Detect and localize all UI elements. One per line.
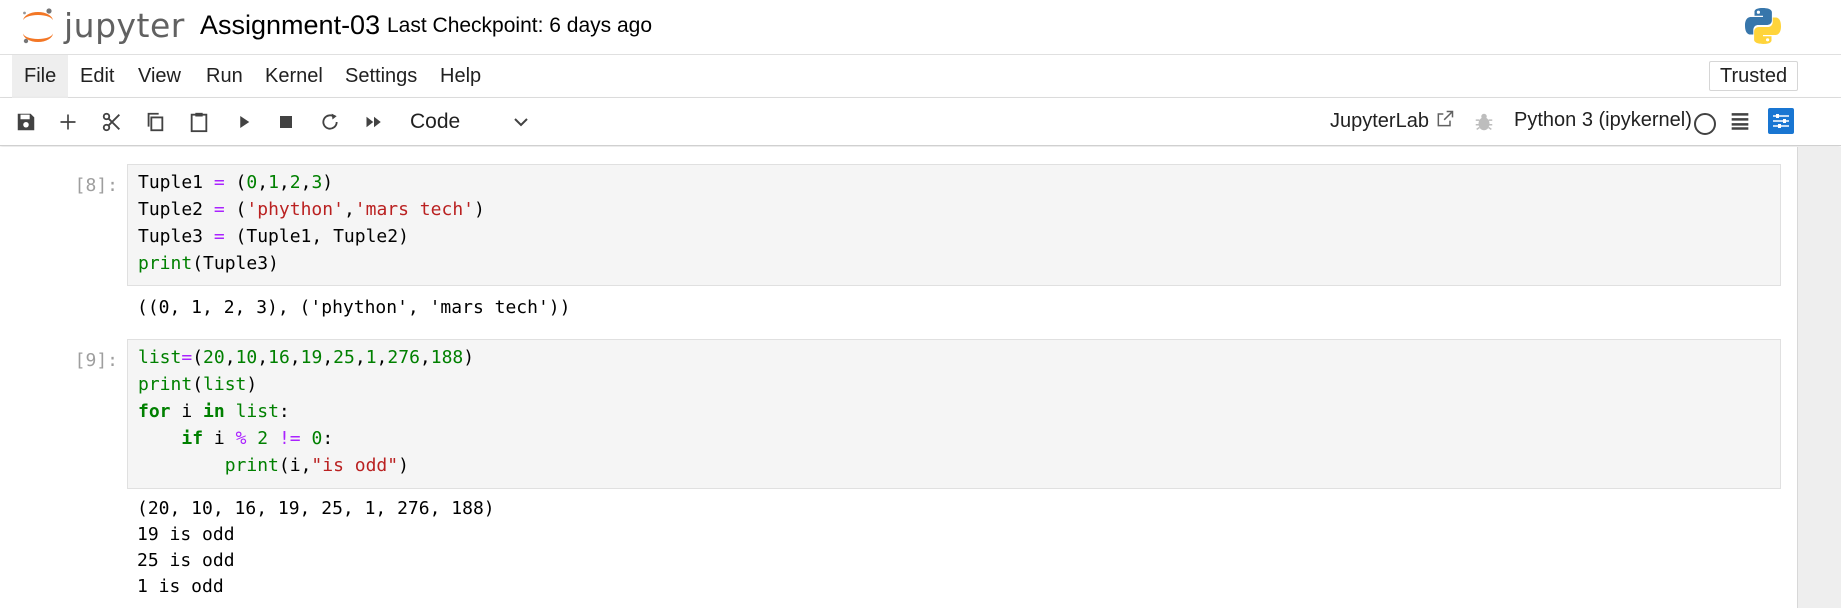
output-line: 25 is odd <box>137 550 235 571</box>
open-jupyterlab-link[interactable]: JupyterLab <box>1330 109 1455 133</box>
menu-bar: File Edit View Run Kernel Settings Help … <box>0 55 1841 98</box>
output-line: (20, 10, 16, 19, 25, 1, 276, 188) <box>137 498 495 519</box>
cell-prompt: [9]: <box>74 350 118 371</box>
run-icon <box>240 116 250 128</box>
stop-button[interactable] <box>274 110 298 134</box>
cut-button[interactable] <box>100 110 124 134</box>
cell-output: ((0, 1, 2, 3), ('phython', 'mars tech')) <box>137 295 570 321</box>
debugger-button[interactable] <box>1473 110 1495 139</box>
menu-settings[interactable]: Settings <box>333 55 429 98</box>
menu-help[interactable]: Help <box>428 55 493 98</box>
copy-button[interactable] <box>143 110 167 134</box>
restart-icon <box>322 113 338 130</box>
output-line: ((0, 1, 2, 3), ('phython', 'mars tech')) <box>137 297 571 318</box>
code-editor[interactable]: Tuple1 = (0,1,2,3) Tuple2 = ('phython','m… <box>138 169 485 277</box>
add-icon <box>60 114 76 130</box>
jupyter-logo[interactable]: jupyter <box>20 4 185 50</box>
python-logo-icon <box>1745 8 1781 44</box>
cell-output: (20, 10, 16, 19, 25, 1, 276, 188) 19 is o… <box>137 496 495 600</box>
code-line: if i % 2 != 0: <box>181 428 334 449</box>
menu-file[interactable]: File <box>12 55 69 98</box>
code-line: print(i,"is odd") <box>224 455 409 476</box>
menu-view[interactable]: View <box>126 55 193 98</box>
list-icon <box>1731 113 1749 130</box>
output-line: 19 is odd <box>137 524 235 545</box>
code-editor[interactable]: list=(20,10,16,19,25,1,276,188) print(lis… <box>138 344 474 479</box>
chevron-down-icon <box>514 118 528 127</box>
cut-icon <box>102 112 120 132</box>
cell-prompt: [8]: <box>74 175 118 196</box>
settings-sliders-icon <box>1773 114 1789 128</box>
run-button[interactable] <box>232 110 256 134</box>
cell-type-value: Code <box>410 110 461 133</box>
toc-button[interactable] <box>1730 111 1750 136</box>
code-line: print(Tuple3) <box>138 253 279 274</box>
kernel-name[interactable]: Python 3 (ipykernel) <box>1514 109 1692 132</box>
menu-edit[interactable]: Edit <box>68 55 126 98</box>
code-line: print(list) <box>138 374 258 395</box>
code-cell-input[interactable]: list=(20,10,16,19,25,1,276,188) print(lis… <box>127 339 1781 489</box>
paste-button[interactable] <box>187 110 211 134</box>
jupyterlab-label: JupyterLab <box>1330 110 1429 132</box>
cell-type-dropdown[interactable]: Code <box>410 107 530 137</box>
stop-icon <box>280 116 292 128</box>
property-inspector-button[interactable] <box>1768 108 1794 134</box>
paste-icon <box>190 112 208 133</box>
run-all-button[interactable] <box>362 110 386 134</box>
notebook-title[interactable]: Assignment-03 <box>200 10 380 41</box>
external-link-icon <box>1437 110 1453 127</box>
code-line: list=(20,10,16,19,25,1,276,188) <box>138 347 475 368</box>
code-line: Tuple3 = (Tuple1, Tuple2) <box>138 226 409 247</box>
bug-icon <box>1475 113 1493 131</box>
fast-forward-icon <box>366 116 381 128</box>
code-cell-input[interactable]: Tuple1 = (0,1,2,3) Tuple2 = ('phython','m… <box>127 164 1781 286</box>
jupyter-logo-icon <box>23 8 53 44</box>
kernel-status-icon <box>1694 113 1716 135</box>
checkpoint-status: Last Checkpoint: 6 days ago <box>387 14 653 37</box>
output-line: 1 is odd <box>137 576 224 597</box>
code-line: Tuple2 = ('phython','mars tech') <box>138 199 485 220</box>
notebook-toolbar: Code JupyterLab Python 3 (ipykernel) <box>0 98 1841 146</box>
menu-run[interactable]: Run <box>194 55 255 98</box>
restart-button[interactable] <box>318 110 342 134</box>
copy-icon <box>147 112 164 132</box>
code-line: Tuple1 = (0,1,2,3) <box>138 172 334 193</box>
code-line: for i in list: <box>138 401 290 422</box>
menu-kernel[interactable]: Kernel <box>253 55 335 98</box>
right-sidebar-gutter <box>1797 147 1841 608</box>
save-icon <box>17 113 35 131</box>
trusted-badge[interactable]: Trusted <box>1709 61 1799 91</box>
add-cell-button[interactable] <box>56 110 80 134</box>
top-header: jupyter Assignment-03 Last Checkpoint: 6… <box>0 0 1841 55</box>
save-button[interactable] <box>14 110 38 134</box>
logo-text: jupyter <box>64 6 185 45</box>
notebook-panel[interactable]: [8]: Tuple1 = (0,1,2,3) Tuple2 = ('phytho… <box>0 147 1797 608</box>
